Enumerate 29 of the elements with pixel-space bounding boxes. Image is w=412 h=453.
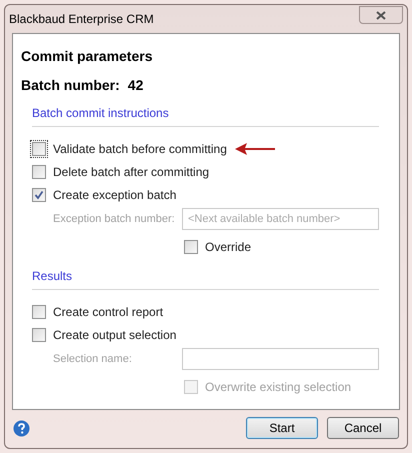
checkbox-label: Validate batch before committing [53, 141, 227, 158]
checkbox-label: Override [205, 239, 252, 256]
dialog-button[interactable]: Cancel [327, 417, 399, 439]
close-button[interactable] [359, 6, 403, 24]
dialog-button[interactable]: Start [246, 417, 318, 439]
checkbox-label: Create output selection [53, 327, 176, 344]
section-title: Results [32, 267, 379, 290]
checkbox-label: Overwrite existing selection [205, 379, 352, 396]
checkbox[interactable] [30, 163, 48, 181]
close-icon [376, 10, 386, 20]
batch-label: Batch number: [21, 76, 120, 95]
checkmark-icon [34, 190, 44, 200]
field-label: Exception batch number: [53, 212, 176, 227]
dialog-heading: Commit parameters [21, 47, 154, 66]
batch-number: 42 [128, 76, 144, 95]
window-title: Blackbaud Enterprise CRM [9, 11, 154, 28]
checkbox-label: Create control report [53, 304, 164, 321]
checkbox[interactable] [30, 140, 48, 158]
field-label: Selection name: [53, 352, 133, 367]
input-field[interactable] [182, 348, 379, 370]
checkbox[interactable] [182, 238, 200, 256]
checkbox[interactable] [30, 186, 48, 204]
checkbox[interactable] [30, 303, 48, 321]
checkbox-label: Create exception batch [53, 187, 176, 204]
section-title: Batch commit instructions [32, 104, 379, 127]
checkbox[interactable] [30, 326, 48, 344]
input-field[interactable]: <Next available batch number> [182, 208, 379, 230]
checkbox-label: Delete batch after committing [53, 164, 210, 181]
help-icon[interactable] [13, 420, 30, 436]
